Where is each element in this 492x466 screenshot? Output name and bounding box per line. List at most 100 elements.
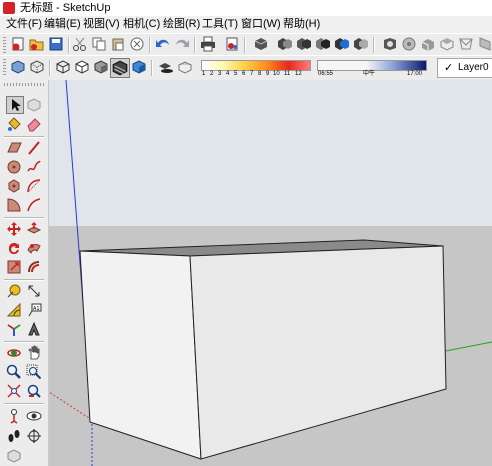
tool-separator — [4, 136, 44, 138]
union-icon[interactable] — [334, 36, 350, 52]
section-fill-icon[interactable] — [6, 448, 22, 464]
previous-view-icon[interactable] — [26, 383, 42, 399]
menu-window[interactable]: 窗口(W) — [241, 17, 281, 31]
toolbar-grip[interactable] — [3, 59, 6, 75]
rectangle-icon[interactable] — [6, 140, 22, 156]
month-label: 9 — [266, 71, 270, 77]
back-edges-icon[interactable] — [29, 59, 45, 75]
menu-camera[interactable]: 相机(C) — [123, 17, 160, 31]
toolbar-grip[interactable] — [3, 37, 6, 53]
new-icon[interactable] — [10, 36, 26, 52]
view-front-icon[interactable] — [458, 36, 474, 52]
polygon-icon[interactable] — [6, 178, 22, 194]
view-top-icon[interactable] — [439, 36, 455, 52]
line-icon[interactable] — [26, 140, 42, 156]
arc-icon[interactable] — [26, 178, 42, 194]
select-icon[interactable] — [6, 96, 24, 114]
style-shadow-toolbar: 1 2 3 4 5 6 7 8 9 10 11 12 06:55 中午 17:0… — [0, 55, 492, 81]
zoom-window-icon[interactable] — [26, 364, 42, 380]
svg-text:A1: A1 — [33, 306, 40, 312]
time-noon-label: 中午 — [363, 71, 376, 77]
outer-shell-icon[interactable] — [296, 36, 312, 52]
3d-text-icon[interactable] — [26, 321, 42, 337]
tape-measure-icon[interactable] — [6, 283, 22, 299]
text-icon[interactable]: A1 — [26, 302, 42, 318]
tool-separator — [4, 403, 44, 405]
menu-edit[interactable]: 编辑(E) — [44, 17, 81, 31]
viewport-canvas[interactable] — [49, 80, 492, 466]
model-info-icon[interactable] — [224, 36, 240, 52]
month-label: 7 — [250, 71, 254, 77]
toolbar-separator — [151, 60, 153, 76]
component-tool-icon[interactable] — [26, 97, 42, 113]
zoom-extents-icon[interactable] — [6, 383, 22, 399]
sketchup-app-icon — [3, 2, 15, 14]
save-icon[interactable] — [48, 36, 64, 52]
open-icon[interactable] — [29, 36, 45, 52]
xray-icon[interactable] — [10, 59, 26, 75]
orbit-icon[interactable] — [6, 345, 22, 361]
dimension-icon[interactable] — [26, 283, 42, 299]
protractor-icon[interactable] — [6, 302, 22, 318]
follow-me-icon[interactable] — [26, 240, 42, 256]
month-label: 4 — [226, 71, 230, 77]
trim-icon[interactable] — [382, 36, 398, 52]
pie-icon[interactable] — [6, 197, 22, 213]
rotate-icon[interactable] — [6, 240, 22, 256]
section-plane-icon[interactable] — [26, 428, 42, 444]
subtract-icon[interactable] — [353, 36, 369, 52]
time-start-label: 06:55 — [318, 71, 334, 77]
scale-icon[interactable] — [6, 259, 22, 275]
view-iso-icon[interactable] — [420, 36, 436, 52]
paint-bucket-icon[interactable] — [6, 116, 22, 132]
walk-icon[interactable] — [6, 428, 22, 444]
offset-icon[interactable] — [26, 259, 42, 275]
hidden-line-icon[interactable] — [74, 59, 90, 75]
print-icon[interactable] — [200, 36, 216, 52]
freehand-icon[interactable] — [26, 159, 42, 175]
month-label: 1 — [202, 71, 206, 77]
circle-icon[interactable] — [6, 159, 22, 175]
layer-selector[interactable]: ✓ Layer0 — [437, 58, 492, 78]
month-label: 11 — [284, 71, 291, 77]
modeling-viewport[interactable] — [49, 80, 492, 466]
time-end-label: 17:00 — [407, 71, 423, 77]
redo-icon[interactable] — [174, 36, 190, 52]
arc2-icon[interactable] — [26, 197, 42, 213]
look-around-icon[interactable] — [26, 408, 42, 424]
monochrome-icon[interactable] — [131, 59, 147, 75]
menu-view[interactable]: 视图(V) — [83, 17, 120, 31]
wireframe-icon[interactable] — [55, 59, 71, 75]
menu-draw[interactable]: 绘图(R) — [163, 17, 200, 31]
cut-icon[interactable] — [72, 36, 88, 52]
sky — [49, 80, 492, 226]
toolbar-separator — [149, 37, 151, 53]
layer-name: Layer0 — [458, 62, 489, 73]
toolbar-grip[interactable] — [4, 83, 44, 86]
undo-icon[interactable] — [155, 36, 171, 52]
shaded-texture-icon[interactable] — [110, 58, 130, 78]
paste-icon[interactable] — [110, 36, 126, 52]
tool-separator — [4, 279, 44, 281]
split-icon[interactable] — [401, 36, 417, 52]
eraser-icon[interactable] — [26, 116, 42, 132]
menu-help[interactable]: 帮助(H) — [283, 17, 320, 31]
position-camera-icon[interactable] — [6, 408, 22, 424]
zoom-icon[interactable] — [6, 364, 22, 380]
copy-icon[interactable] — [91, 36, 107, 52]
menu-file[interactable]: 文件(F) — [6, 17, 42, 31]
intersect-icon[interactable] — [315, 36, 331, 52]
tool-separator — [4, 341, 44, 343]
shaded-icon[interactable] — [93, 59, 109, 75]
component-icon[interactable] — [253, 36, 269, 52]
push-pull-icon[interactable] — [26, 221, 42, 237]
shadow-toggle-icon[interactable] — [158, 59, 174, 75]
view-right-icon[interactable] — [477, 36, 492, 52]
menu-tools[interactable]: 工具(T) — [202, 17, 238, 31]
fog-icon[interactable] — [177, 59, 193, 75]
make-group-icon[interactable] — [277, 36, 293, 52]
move-icon[interactable] — [6, 221, 22, 237]
erase-icon[interactable] — [129, 36, 145, 52]
axes-icon[interactable] — [6, 321, 22, 337]
pan-icon[interactable] — [26, 345, 42, 361]
